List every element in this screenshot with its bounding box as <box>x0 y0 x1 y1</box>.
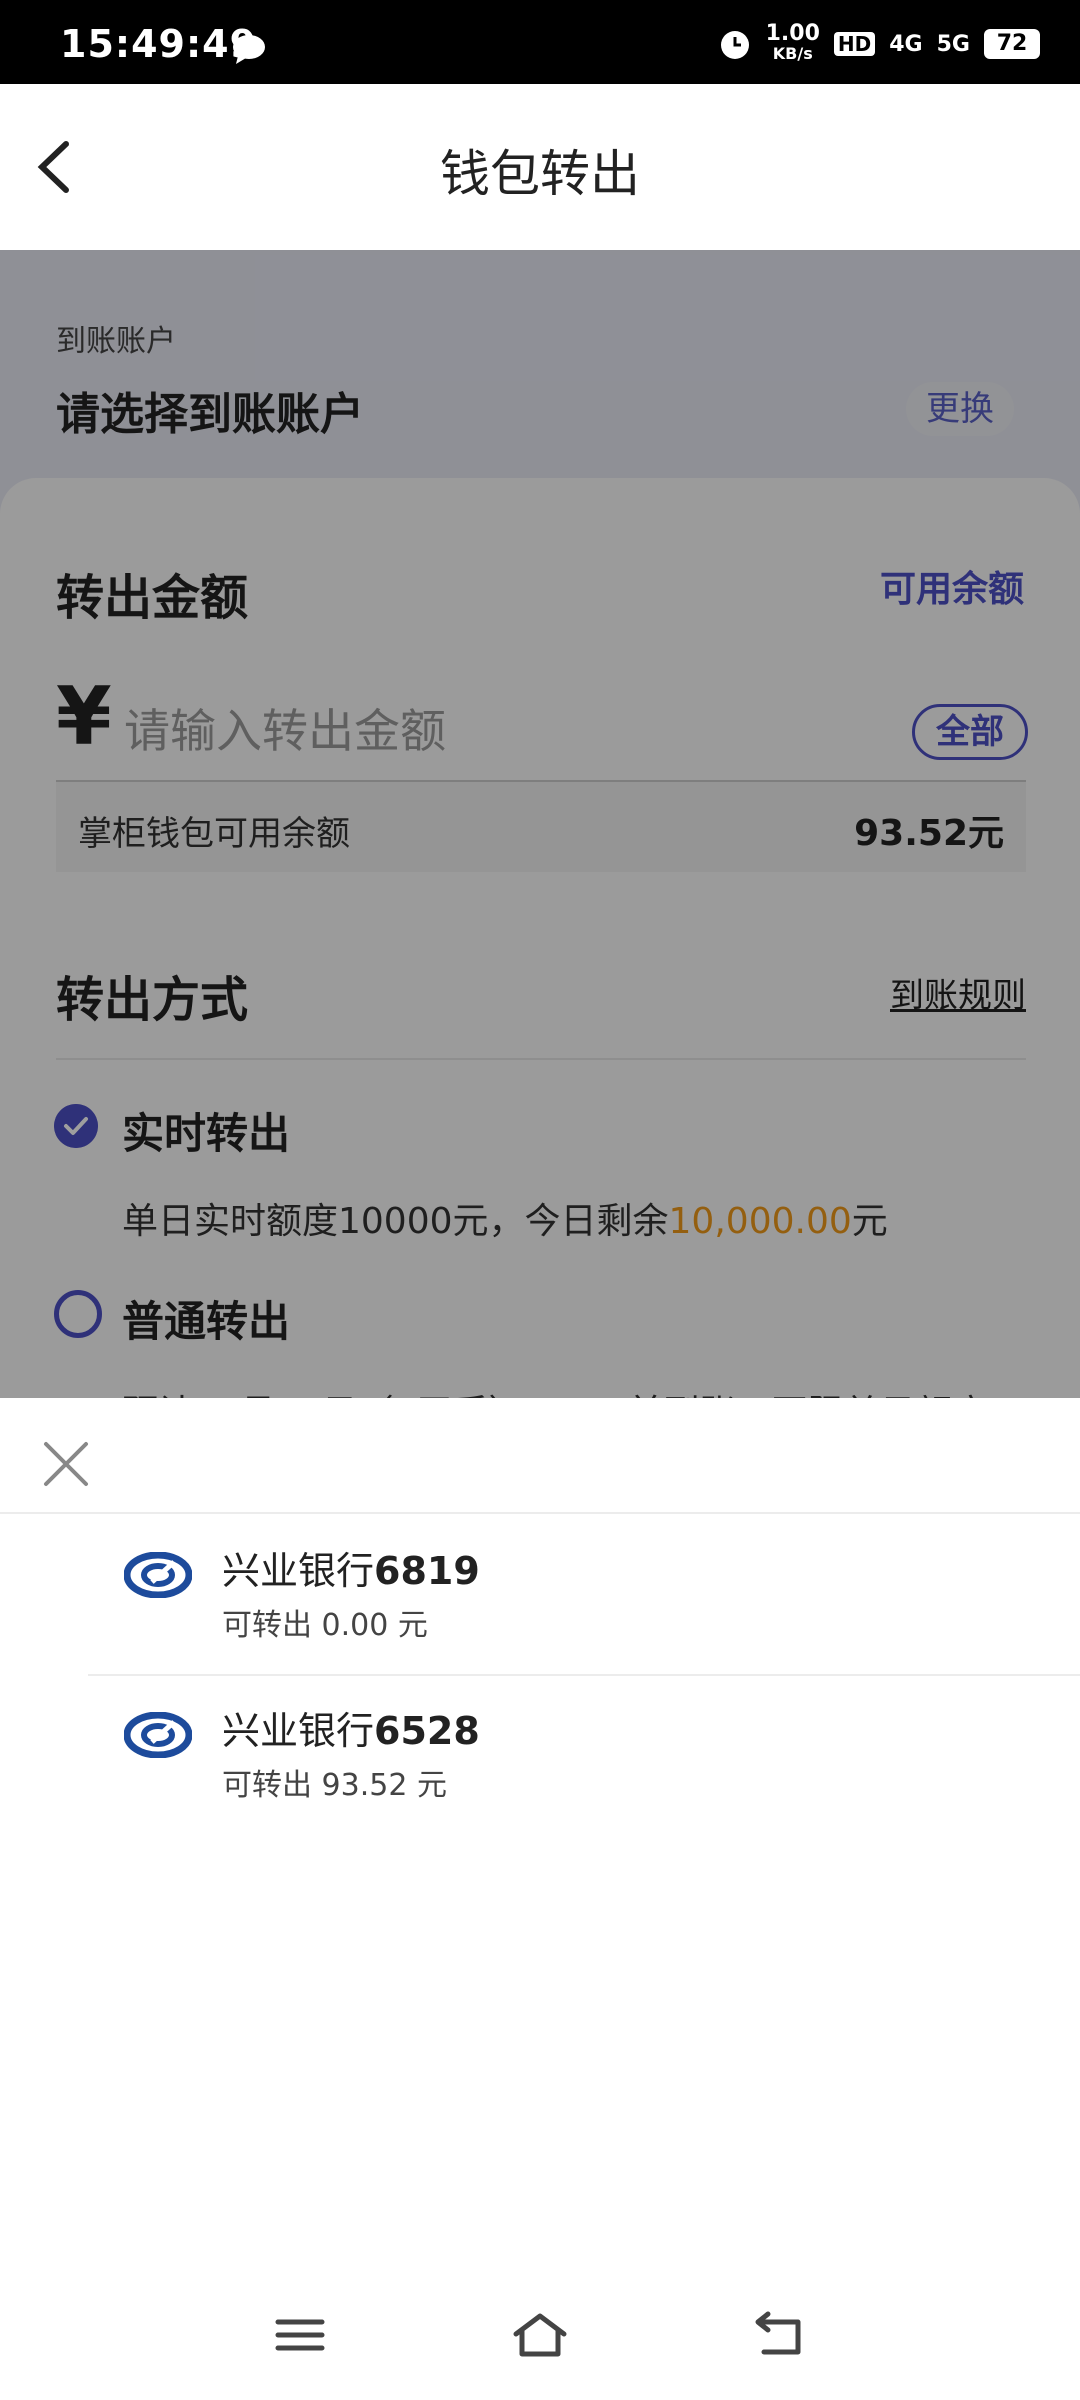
close-icon[interactable] <box>40 1438 92 1490</box>
bank-name: 兴业银行6528 <box>222 1709 480 1753</box>
net-speed: 1.00 KB/s <box>765 21 820 64</box>
status-time: 15:49:49 <box>60 22 258 66</box>
industrial-bank-logo-icon <box>124 1712 192 1758</box>
message-icon <box>233 35 265 64</box>
bank-row[interactable]: 兴业银行6528 可转出 93.52 元 <box>0 1676 1080 1836</box>
bank-select-sheet: 兴业银行6819 可转出 0.00 元 兴业银行6528 可转出 93.52 元 <box>0 1398 1080 2400</box>
status-bar: 15:49:49 1.00 KB/s HD 4G 5G 72 <box>0 0 1080 84</box>
menu-nav-icon[interactable] <box>270 2310 330 2360</box>
signal-5g-icon: 5G <box>936 31 970 57</box>
status-icons: 1.00 KB/s HD 4G 5G 72 <box>718 21 1040 64</box>
hd-icon: HD <box>833 32 876 56</box>
home-nav-icon[interactable] <box>510 2310 570 2360</box>
industrial-bank-logo-icon <box>124 1552 192 1598</box>
page-title: 钱包转出 <box>440 145 640 203</box>
sheet-divider <box>0 1512 1080 1514</box>
bank-name: 兴业银行6819 <box>222 1549 480 1593</box>
alarm-icon <box>720 31 749 59</box>
signal-4g-icon: 4G <box>889 31 923 57</box>
bank-available: 可转出 93.52 元 <box>222 1768 447 1803</box>
bank-available: 可转出 0.00 元 <box>222 1608 428 1643</box>
modal-overlay[interactable] <box>0 250 1080 1400</box>
battery-icon: 72 <box>984 29 1040 59</box>
bank-row[interactable]: 兴业银行6819 可转出 0.00 元 <box>0 1516 1080 1676</box>
app-header: 钱包转出 <box>0 84 1080 250</box>
back-nav-icon[interactable] <box>750 2310 810 2360</box>
